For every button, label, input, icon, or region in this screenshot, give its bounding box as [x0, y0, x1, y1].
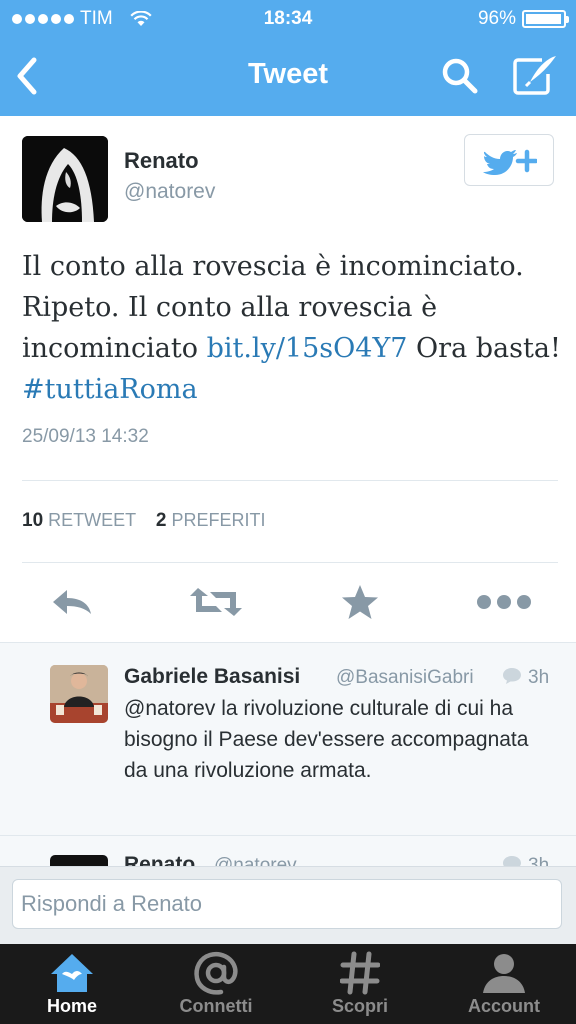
divider — [22, 480, 558, 481]
retweet-icon — [190, 588, 242, 616]
at-icon — [194, 951, 238, 995]
tweet-stats: 10 RETWEET 2 PREFERITI — [22, 510, 265, 532]
tweet-hashtag[interactable]: #tuttiaRoma — [22, 374, 198, 405]
reply-avatar[interactable] — [50, 665, 108, 723]
reply-icon — [53, 590, 91, 614]
compose-icon[interactable] — [512, 54, 560, 96]
follow-bird-plus-icon — [483, 149, 537, 175]
home-icon — [51, 954, 93, 992]
battery-status: 96% — [477, 8, 569, 30]
replies-list: Gabriele Basanisi @BasanisiGabri 3h @nat… — [0, 642, 576, 866]
tab-scopri[interactable]: Scopri — [288, 944, 432, 1024]
nav-bar: Tweet — [0, 40, 576, 112]
tab-account[interactable]: Account — [432, 944, 576, 1024]
tab-label: Scopri — [331, 996, 388, 1016]
reply-text: @natorev la rivoluzione culturale di cui… — [124, 697, 529, 782]
tweet-date: 25/09/13 14:32 — [22, 426, 149, 447]
tab-bar: Home Connetti Scopri Account — [0, 944, 576, 1024]
reply-author-handle[interactable]: @BasanisiGabri — [336, 667, 474, 689]
battery-percent: 96% — [477, 8, 516, 29]
header: TIM 18:34 96% Tweet — [0, 0, 576, 116]
reply-item[interactable]: Gabriele Basanisi @BasanisiGabri 3h @nat… — [0, 643, 576, 836]
tweet-actions — [0, 576, 576, 628]
reply-author-handle[interactable]: @natorev — [214, 855, 297, 866]
author-handle[interactable]: @natorev — [124, 180, 215, 204]
tab-connetti[interactable]: Connetti — [144, 944, 288, 1024]
reply-button[interactable] — [44, 580, 100, 624]
author-name[interactable]: Renato — [124, 148, 199, 174]
reply-time: 3h — [528, 855, 550, 866]
tab-label: Home — [46, 996, 97, 1016]
reply-author-name[interactable]: Renato — [124, 853, 195, 866]
retweet-count[interactable]: 10 — [22, 510, 43, 531]
divider — [0, 835, 576, 836]
retweet-button[interactable] — [188, 580, 244, 624]
divider — [22, 562, 558, 563]
conversation-icon — [503, 668, 521, 684]
author-avatar[interactable] — [22, 136, 108, 222]
conversation-icon — [503, 856, 521, 866]
reply-avatar[interactable] — [50, 855, 108, 866]
tweet-text-part: Ora basta! — [407, 333, 561, 364]
more-button[interactable] — [476, 580, 532, 624]
favorite-label[interactable]: PREFERITI — [171, 510, 265, 530]
battery-fill — [526, 14, 561, 24]
tweet-link[interactable]: bit.ly/15sO4Y7 — [207, 333, 408, 364]
favorite-button[interactable] — [332, 580, 388, 624]
battery-icon — [522, 10, 569, 28]
reply-input[interactable] — [12, 879, 562, 929]
favorite-count[interactable]: 2 — [156, 510, 167, 531]
follow-button[interactable] — [464, 134, 554, 186]
hashtag-icon — [340, 951, 380, 995]
status-bar: TIM 18:34 96% — [0, 6, 576, 32]
person-photo-image — [50, 665, 108, 723]
more-dots-icon — [477, 595, 531, 609]
reply-author-name[interactable]: Gabriele Basanisi — [124, 665, 300, 689]
hooded-figure-image — [22, 136, 108, 222]
reply-time: 3h — [528, 667, 550, 688]
tab-label: Account — [468, 996, 540, 1016]
tab-home[interactable]: Home — [0, 944, 144, 1024]
star-icon — [342, 585, 378, 619]
reply-bar — [0, 866, 576, 944]
tab-label: Connetti — [179, 996, 253, 1016]
page-title: Tweet — [247, 58, 329, 90]
person-icon — [483, 954, 525, 993]
search-icon[interactable] — [440, 56, 480, 96]
reply-item[interactable]: Renato @natorev 3h — [0, 837, 576, 866]
tweet-text: Il conto alla rovescia è incominciato. R… — [22, 246, 562, 410]
retweet-label[interactable]: RETWEET — [48, 510, 136, 530]
